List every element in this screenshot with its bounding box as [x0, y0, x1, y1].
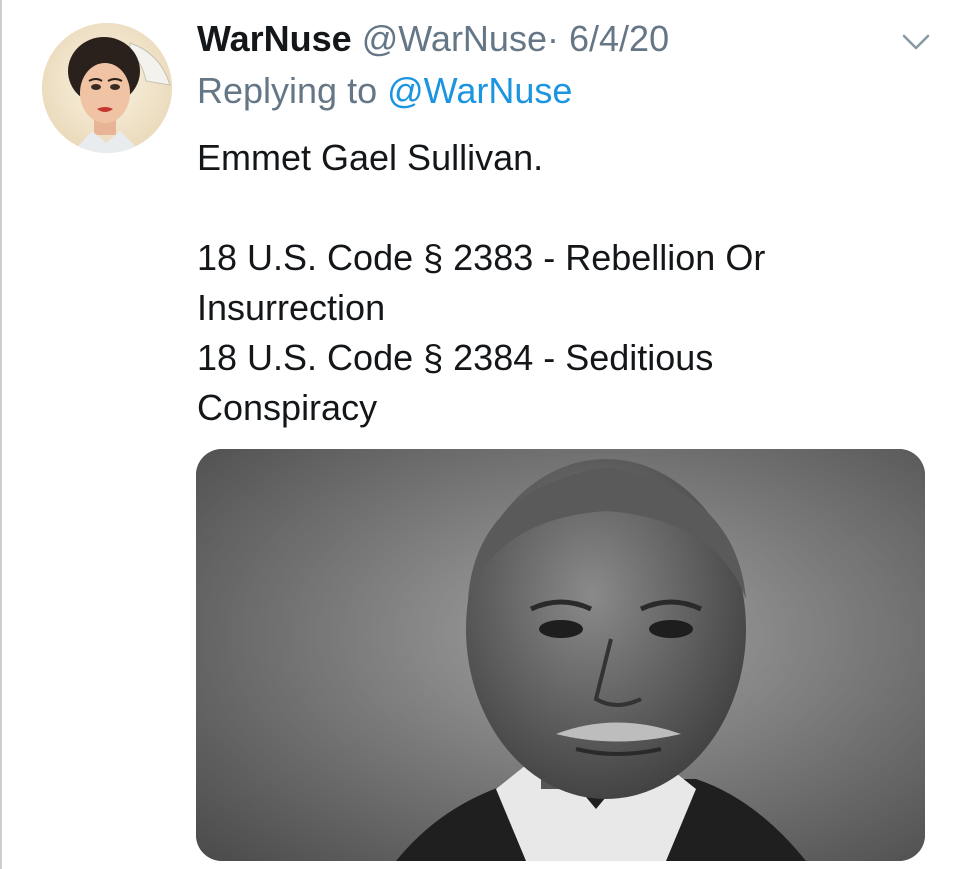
user-handle[interactable]: @WarNuse [362, 18, 547, 59]
tweet-text-line: 18 U.S. Code § 2383 - Rebellion Or [197, 237, 766, 278]
tweet-text-line: 18 U.S. Code § 2384 - Seditious [197, 337, 714, 378]
reply-prefix: Replying to [197, 70, 378, 111]
chevron-down-icon[interactable] [896, 28, 936, 58]
tweet-text-line: Conspiracy [197, 387, 378, 428]
tweet-text: Emmet Gael Sullivan. 18 U.S. Code § 2383… [197, 133, 765, 433]
separator-dot: · [546, 18, 559, 59]
tweet-header: WarNuse @WarNuse· 6/4/20 [197, 18, 669, 60]
tweet-text-line [197, 183, 765, 233]
reply-to-link[interactable]: @WarNuse [387, 70, 572, 111]
reply-context: Replying to @WarNuse [197, 70, 572, 112]
tweet-photo[interactable] [196, 449, 925, 861]
tweet-text-line: Insurrection [197, 287, 386, 328]
tweet-text-line: Emmet Gael Sullivan. [197, 137, 544, 178]
avatar[interactable] [42, 23, 172, 153]
display-name[interactable]: WarNuse [197, 18, 352, 59]
left-border [0, 0, 2, 869]
tweet-date[interactable]: 6/4/20 [569, 18, 669, 59]
